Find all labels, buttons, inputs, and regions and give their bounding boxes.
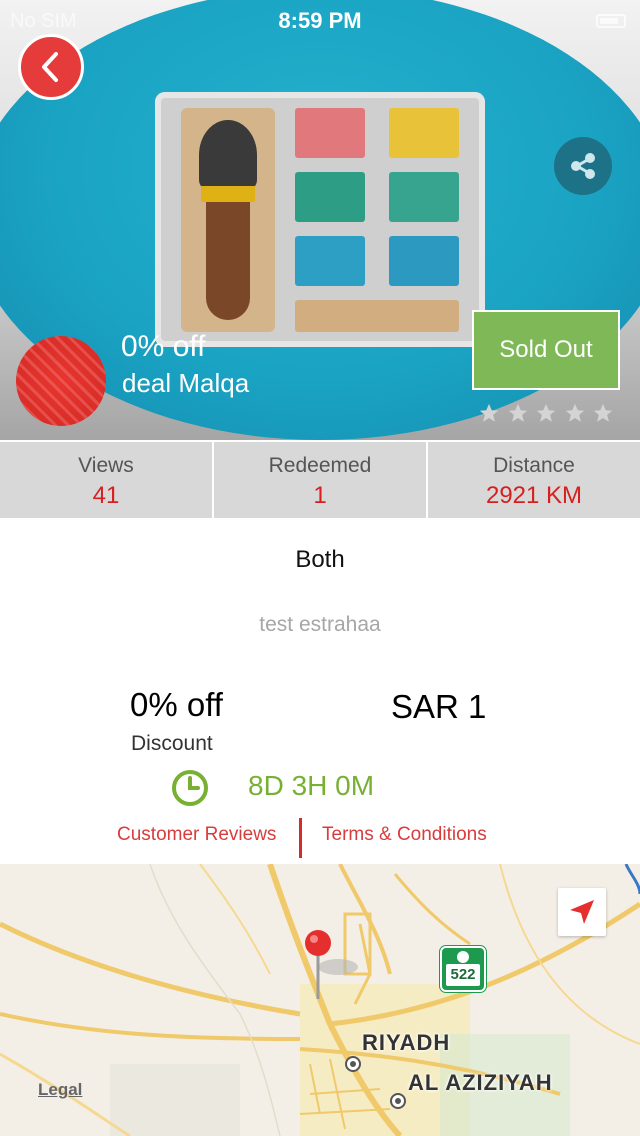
navigation-arrow-icon (570, 900, 594, 924)
paint-swatch (295, 108, 365, 158)
stat-label: Distance (493, 454, 575, 477)
discount-label: Discount (131, 732, 213, 755)
map-city-label: RIYADH (362, 1030, 451, 1055)
customer-reviews-link[interactable]: Customer Reviews (117, 824, 276, 846)
share-button[interactable] (554, 137, 612, 195)
stat-views: Views 41 (0, 442, 214, 518)
link-divider (299, 818, 302, 858)
discount-value: 0% off (130, 686, 223, 723)
brush-tip (199, 120, 257, 190)
stat-redeemed: Redeemed 1 (214, 442, 428, 518)
stat-label: Redeemed (268, 454, 372, 477)
paint-swatch (295, 236, 365, 286)
star-icon[interactable] (592, 402, 614, 424)
status-time: 8:59 PM (278, 8, 362, 33)
share-icon (571, 153, 595, 179)
terms-conditions-link[interactable]: Terms & Conditions (322, 824, 487, 846)
battery-icon (596, 14, 626, 28)
chevron-left-icon (42, 52, 58, 82)
stat-distance: Distance 2921 KM (428, 442, 640, 518)
paint-swatch (295, 172, 365, 222)
paint-swatch (389, 172, 459, 222)
stat-value: 41 (92, 482, 120, 509)
route-number: 522 (446, 964, 480, 986)
rating-stars[interactable] (478, 402, 614, 428)
status-bar: No SIM 8:59 PM (0, 4, 640, 36)
paint-swatch (295, 300, 459, 332)
deal-detail-screen: No SIM 8:59 PM 0% off deal Malqa Sold Ou… (0, 0, 640, 1136)
paint-swatch (389, 108, 459, 158)
paint-swatch (389, 236, 459, 286)
current-location-button[interactable] (558, 888, 606, 936)
deal-name: deal Malqa (122, 368, 250, 398)
deal-price: SAR 1 (391, 688, 487, 725)
deal-type: Both (295, 546, 345, 573)
clock-icon (172, 770, 208, 806)
map-legal-link[interactable]: Legal (38, 1080, 82, 1100)
deal-description: test estrahaa (259, 613, 381, 636)
brush-band (201, 186, 255, 202)
hero-discount: 0% off (121, 330, 206, 363)
star-icon[interactable] (507, 402, 529, 424)
route-shield-dot (457, 951, 469, 963)
back-button[interactable] (18, 34, 84, 100)
stats-bar: Views 41 Redeemed 1 Distance 2921 KM (0, 442, 640, 518)
paint-palette-illustration (155, 92, 485, 347)
map-pin-icon[interactable] (305, 930, 331, 956)
map-area-label: AL AZIZIYAH (408, 1070, 553, 1095)
deal-hero-image: No SIM 8:59 PM 0% off deal Malqa Sold Ou… (0, 0, 640, 440)
time-remaining: 8D 3H 0M (248, 770, 375, 801)
brush-panel (181, 108, 275, 332)
route-shield-icon: 522 (440, 946, 486, 992)
star-icon[interactable] (478, 402, 500, 424)
stat-label: Views (78, 454, 134, 477)
star-icon[interactable] (564, 402, 586, 424)
star-icon[interactable] (535, 402, 557, 424)
brush-handle (206, 202, 250, 320)
stat-value: 2921 KM (485, 482, 583, 509)
stat-value: 1 (313, 482, 327, 509)
merchant-logo (16, 336, 106, 426)
sold-out-button[interactable]: Sold Out (472, 310, 620, 390)
